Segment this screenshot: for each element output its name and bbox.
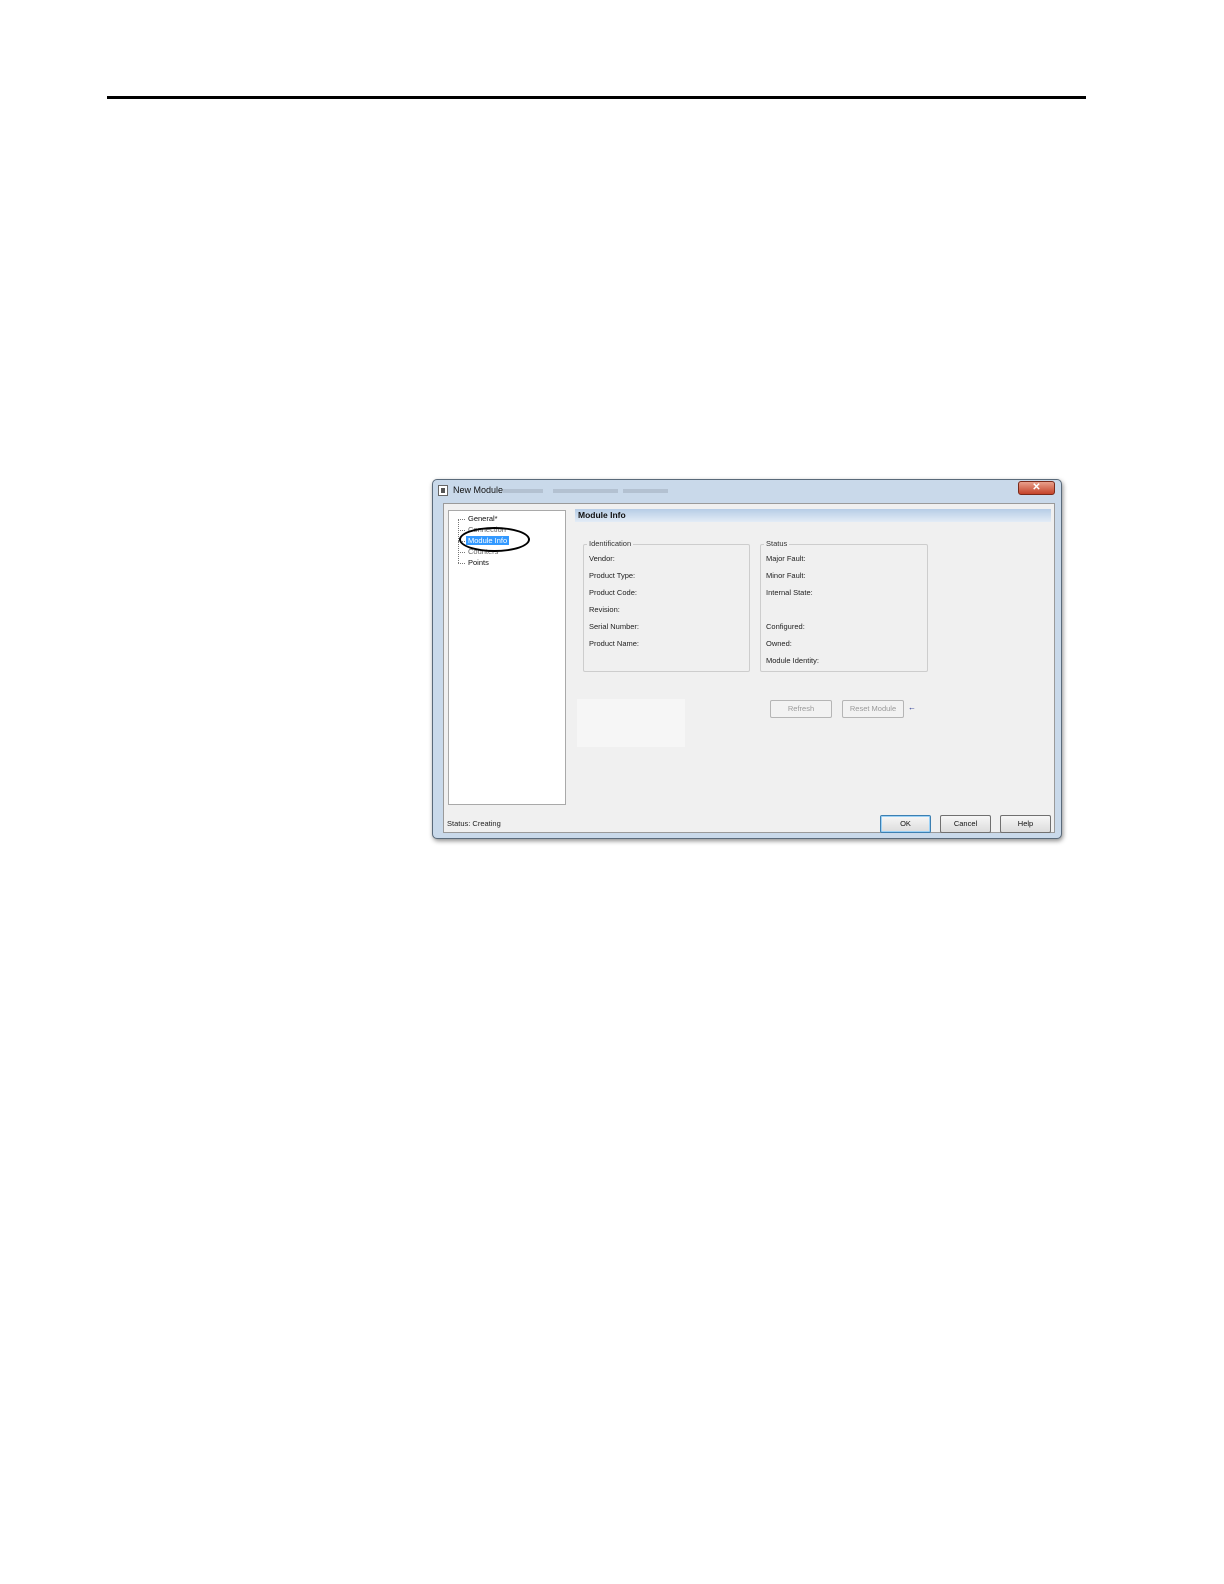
status-legend: Status: [764, 539, 790, 548]
tree-item-label: General*: [468, 514, 498, 523]
dialog-title: New Module: [453, 485, 504, 495]
cancel-button[interactable]: Cancel: [940, 815, 991, 833]
ghost-background-text: [553, 489, 618, 493]
ok-button[interactable]: OK: [880, 815, 931, 833]
internal-state-label: Internal State:: [766, 588, 813, 597]
help-button[interactable]: Help: [1000, 815, 1051, 833]
tree-item-points[interactable]: Points: [458, 557, 491, 568]
ghost-background-text: [623, 489, 668, 493]
ghost-background-text: [503, 489, 543, 493]
product-code-label: Product Code:: [589, 588, 637, 597]
tree-item-general[interactable]: General*: [458, 513, 500, 524]
window-icon: [438, 485, 448, 496]
revision-label: Revision:: [589, 605, 620, 614]
highlight-circle: [459, 527, 530, 552]
blank-panel: [577, 699, 685, 747]
status-group: Status Major Fault: Minor Fault: Interna…: [760, 539, 928, 672]
section-header: Module Info: [575, 509, 1051, 522]
owned-label: Owned:: [766, 639, 792, 648]
page-top-rule: [107, 96, 1086, 99]
status-bar-text: Status: Creating: [447, 819, 501, 828]
tree-item-label: Points: [468, 558, 489, 567]
module-identity-label: Module Identity:: [766, 656, 819, 665]
product-type-label: Product Type:: [589, 571, 636, 580]
minor-fault-label: Minor Fault:: [766, 571, 806, 580]
configured-label: Configured:: [766, 622, 805, 631]
reset-module-button[interactable]: Reset Module: [842, 700, 904, 718]
dialog-titlebar[interactable]: New Module ✕: [433, 480, 1061, 502]
vendor-label: Vendor:: [589, 554, 615, 563]
dialog-client-area: General* Connection Module Info Counters…: [443, 503, 1055, 833]
new-module-dialog: New Module ✕ General* Connection Module …: [432, 479, 1062, 839]
identification-legend: Identification: [587, 539, 634, 548]
refresh-button[interactable]: Refresh: [770, 700, 832, 718]
arrow-left-icon: ←: [908, 703, 916, 712]
close-icon[interactable]: ✕: [1018, 481, 1055, 495]
major-fault-label: Major Fault:: [766, 554, 806, 563]
category-tree: General* Connection Module Info Counters…: [448, 510, 566, 805]
serial-number-label: Serial Number:: [589, 622, 640, 631]
product-name-label: Product Name:: [589, 639, 640, 648]
identification-group: Identification Vendor: Product Type: Pro…: [583, 539, 750, 672]
